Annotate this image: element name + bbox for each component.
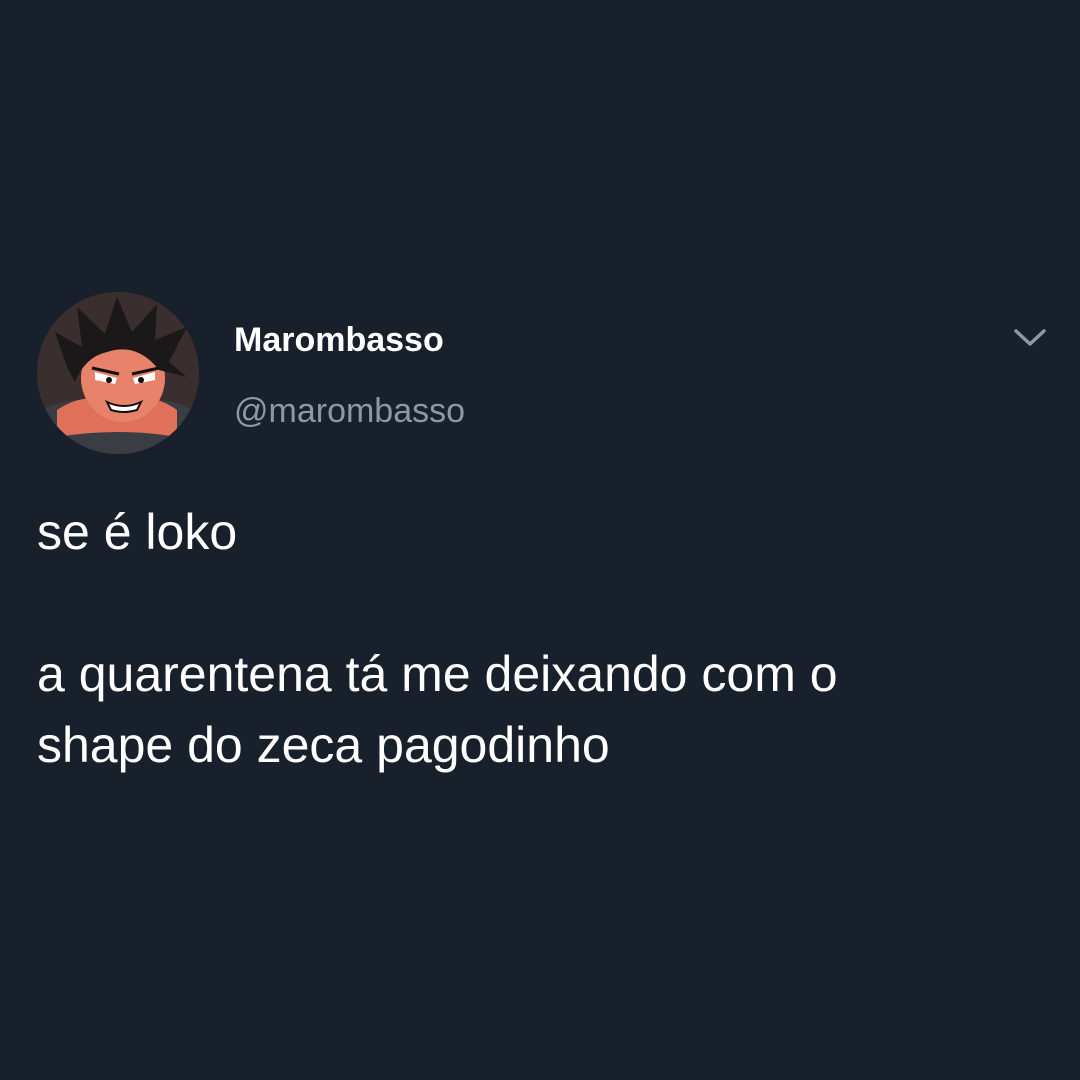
chevron-down-icon [1014, 329, 1046, 346]
avatar[interactable] [37, 292, 199, 454]
tweet-menu-button[interactable] [1010, 320, 1050, 354]
tweet-text-line: se é loko [37, 504, 238, 560]
tweet-text-line: a quarentena tá me deixando com o [37, 646, 838, 702]
anime-character-avatar-icon [37, 292, 199, 454]
author-handle[interactable]: @marombasso [234, 388, 465, 434]
tweet-card: Marombasso @marombasso se é loko a quare… [0, 0, 1080, 1080]
tweet-text-line: shape do zeca pagodinho [37, 717, 610, 773]
author-display-name[interactable]: Marombasso [234, 318, 444, 362]
tweet-text-blank-line [37, 568, 1047, 639]
tweet-text: se é loko a quarentena tá me deixando co… [37, 497, 1047, 781]
